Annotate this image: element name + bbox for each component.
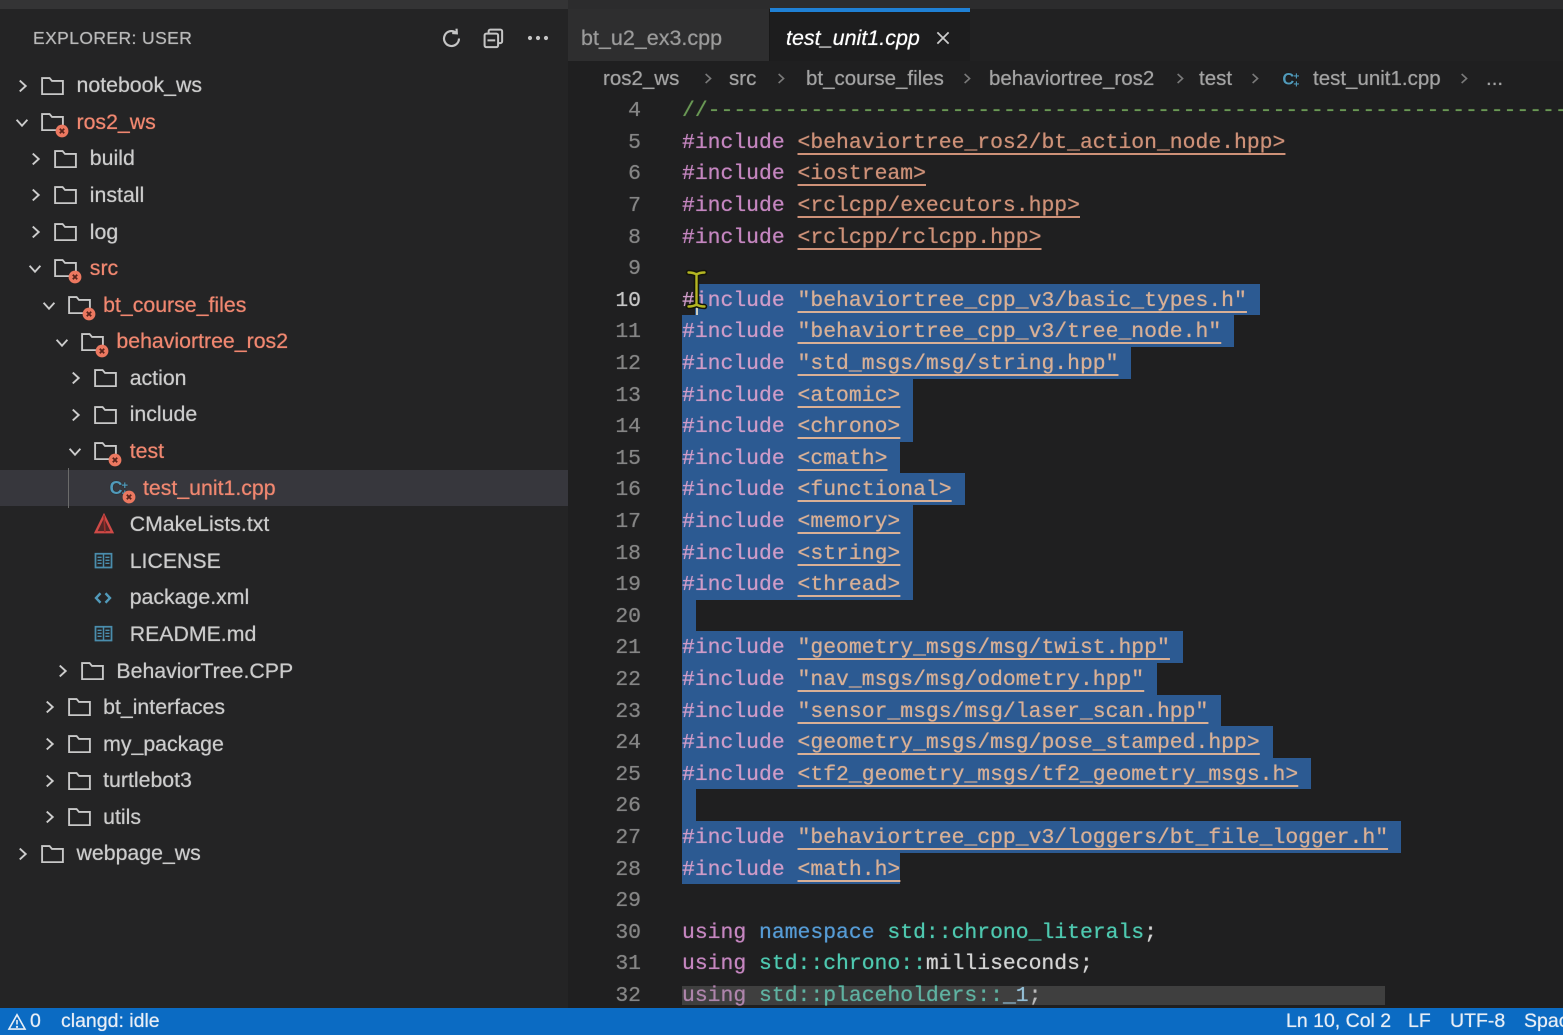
svg-text:+: +	[1293, 79, 1299, 90]
